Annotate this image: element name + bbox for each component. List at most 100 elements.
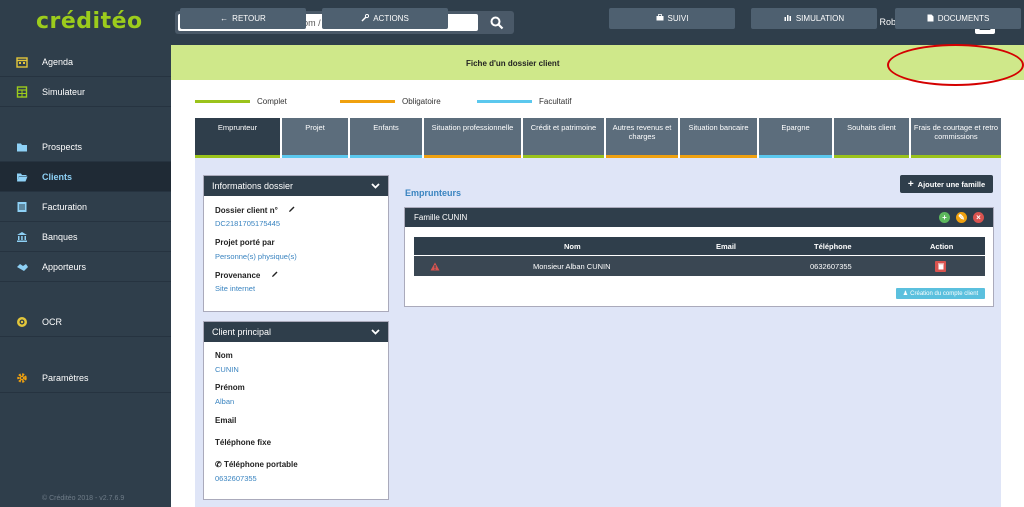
sidebar-item-label: Simulateur bbox=[42, 86, 86, 97]
sidebar-item-banques[interactable]: Banques bbox=[0, 222, 171, 252]
handshake-icon bbox=[15, 260, 29, 274]
suivi-button[interactable]: SUIVI bbox=[609, 8, 735, 29]
sidebar-item-agenda[interactable]: Agenda bbox=[0, 47, 171, 77]
sidebar-item-apporteurs[interactable]: Apporteurs bbox=[0, 252, 171, 282]
sidebar: Agenda Simulateur Prospects Clients Fact… bbox=[0, 45, 171, 507]
sidebar-item-label: Agenda bbox=[42, 56, 74, 67]
documents-button[interactable]: DOCUMENTS bbox=[895, 8, 1021, 29]
provenance-label: Provenance bbox=[215, 270, 279, 280]
tab-emprunteur[interactable]: Emprunteur bbox=[195, 118, 280, 158]
list-icon bbox=[15, 200, 29, 214]
folder-open-icon bbox=[15, 170, 29, 184]
info-dossier-header[interactable]: Informations dossier bbox=[204, 176, 388, 196]
email-label: Email bbox=[215, 416, 237, 425]
bank-icon bbox=[15, 230, 29, 244]
file-icon bbox=[927, 14, 934, 24]
tab-projet[interactable]: Projet bbox=[282, 118, 348, 158]
legend-swatch bbox=[195, 100, 250, 103]
tel-portable-label: ✆ Téléphone portable bbox=[215, 460, 298, 469]
simulation-button[interactable]: SIMULATION bbox=[751, 8, 877, 29]
phone-icon: ✆ bbox=[215, 460, 222, 469]
calendar-icon bbox=[15, 55, 29, 69]
tab-autres-revenus[interactable]: Autres revenus et charges bbox=[606, 118, 678, 158]
dossier-label: Dossier client n° bbox=[215, 205, 296, 215]
page-title: Fiche d'un dossier client bbox=[466, 59, 560, 68]
nom-label: Nom bbox=[215, 351, 233, 360]
nom-value: CUNIN bbox=[215, 365, 239, 374]
column-header: Téléphone bbox=[814, 241, 852, 251]
warning-icon bbox=[430, 256, 440, 276]
sidebar-item-label: OCR bbox=[42, 316, 62, 327]
tab-credit-patrimoine[interactable]: Crédit et patrimoine bbox=[523, 118, 604, 158]
sidebar-item-clients[interactable]: Clients bbox=[0, 162, 171, 192]
bar-chart-icon bbox=[784, 14, 792, 23]
sidebar-item-label: Paramètres bbox=[42, 372, 89, 383]
chevron-down-icon[interactable] bbox=[371, 327, 380, 337]
tab-enfants[interactable]: Enfants bbox=[350, 118, 422, 158]
info-dossier-panel: Informations dossier Dossier client n° D… bbox=[203, 175, 389, 312]
table-header: Nom Email Téléphone Action bbox=[414, 237, 985, 255]
sidebar-item-facturation[interactable]: Facturation bbox=[0, 192, 171, 222]
row-nom: Monsieur Alban CUNIN bbox=[533, 261, 611, 271]
sidebar-item-label: Clients bbox=[42, 171, 73, 182]
provenance-value: Site internet bbox=[215, 284, 256, 293]
emprunteurs-title: Emprunteurs bbox=[405, 188, 462, 198]
column-header: Email bbox=[716, 241, 737, 251]
delete-row-button[interactable] bbox=[935, 256, 946, 276]
sidebar-item-parametres[interactable]: Paramètres bbox=[0, 363, 171, 393]
sidebar-item-ocr[interactable]: OCR bbox=[0, 307, 171, 337]
projet-value: Personne(s) physique(s) bbox=[215, 252, 297, 261]
app-logo[interactable]: créditéo bbox=[36, 9, 143, 34]
tab-frais-courtage[interactable]: Frais de courtage et retro commissions bbox=[911, 118, 1001, 158]
prenom-value: Alban bbox=[215, 397, 235, 406]
dossier-value: DC2181705175445 bbox=[215, 219, 281, 228]
sidebar-item-label: Prospects bbox=[42, 141, 83, 152]
wrench-icon bbox=[361, 13, 370, 24]
tab-situation-bancaire[interactable]: Situation bancaire bbox=[680, 118, 757, 158]
pencil-icon[interactable] bbox=[288, 206, 296, 215]
legend-complet: Complet bbox=[195, 97, 287, 106]
legend-swatch bbox=[477, 100, 532, 103]
tab-epargne[interactable]: Epargne bbox=[759, 118, 832, 158]
row-telephone: 0632607355 bbox=[810, 261, 852, 271]
sidebar-footer: © Créditéo 2018 - v2.7.6.9 bbox=[42, 495, 125, 502]
legend-swatch bbox=[340, 100, 395, 103]
highlight-annotation bbox=[887, 44, 1024, 86]
column-header: Action bbox=[930, 241, 954, 251]
user-icon: ♟ bbox=[902, 291, 909, 297]
client-principal-header[interactable]: Client principal bbox=[204, 322, 388, 342]
sidebar-item-label: Apporteurs bbox=[42, 261, 87, 272]
edit-family-icon[interactable]: ✎ bbox=[956, 212, 967, 223]
tab-souhaits-client[interactable]: Souhaits client bbox=[834, 118, 909, 158]
chevron-down-icon[interactable] bbox=[371, 181, 380, 191]
add-member-icon[interactable]: + bbox=[939, 212, 950, 223]
calculator-icon bbox=[15, 85, 29, 99]
delete-family-icon[interactable]: × bbox=[973, 212, 984, 223]
ocr-icon bbox=[15, 315, 29, 329]
sidebar-item-label: Banques bbox=[42, 231, 78, 242]
tel-fixe-label: Téléphone fixe bbox=[215, 438, 272, 447]
pencil-icon[interactable] bbox=[271, 271, 279, 280]
trash-icon bbox=[935, 260, 946, 272]
sidebar-item-label: Facturation bbox=[42, 201, 88, 212]
tab-situation-professionnelle[interactable]: Situation professionnelle bbox=[424, 118, 521, 158]
plus-icon: + bbox=[907, 178, 914, 190]
actions-button[interactable]: ACTIONS bbox=[322, 8, 448, 29]
add-family-button[interactable]: + Ajouter une famille bbox=[900, 175, 993, 193]
sidebar-item-simulateur[interactable]: Simulateur bbox=[0, 77, 171, 107]
retour-button[interactable]: ← RETOUR bbox=[180, 8, 306, 29]
legend-facultatif: Facultatif bbox=[477, 97, 571, 106]
family-header: Famille CUNIN + ✎ × bbox=[405, 208, 993, 227]
search-icon bbox=[490, 16, 504, 29]
legend-obligatoire: Obligatoire bbox=[340, 97, 441, 106]
arrow-left-icon: ← bbox=[220, 14, 229, 23]
search-button[interactable] bbox=[480, 11, 514, 34]
create-client-account-button[interactable]: ♟ Création du compte client bbox=[896, 288, 985, 299]
projet-label: Projet porté par bbox=[215, 238, 275, 247]
briefcase-icon bbox=[656, 14, 664, 23]
sidebar-item-prospects[interactable]: Prospects bbox=[0, 132, 171, 162]
client-principal-panel: Client principal Nom CUNIN Prénom Alban … bbox=[203, 321, 389, 500]
table-row[interactable]: Monsieur Alban CUNIN 0632607355 bbox=[414, 256, 985, 276]
column-header: Nom bbox=[564, 241, 581, 251]
prenom-label: Prénom bbox=[215, 383, 245, 392]
